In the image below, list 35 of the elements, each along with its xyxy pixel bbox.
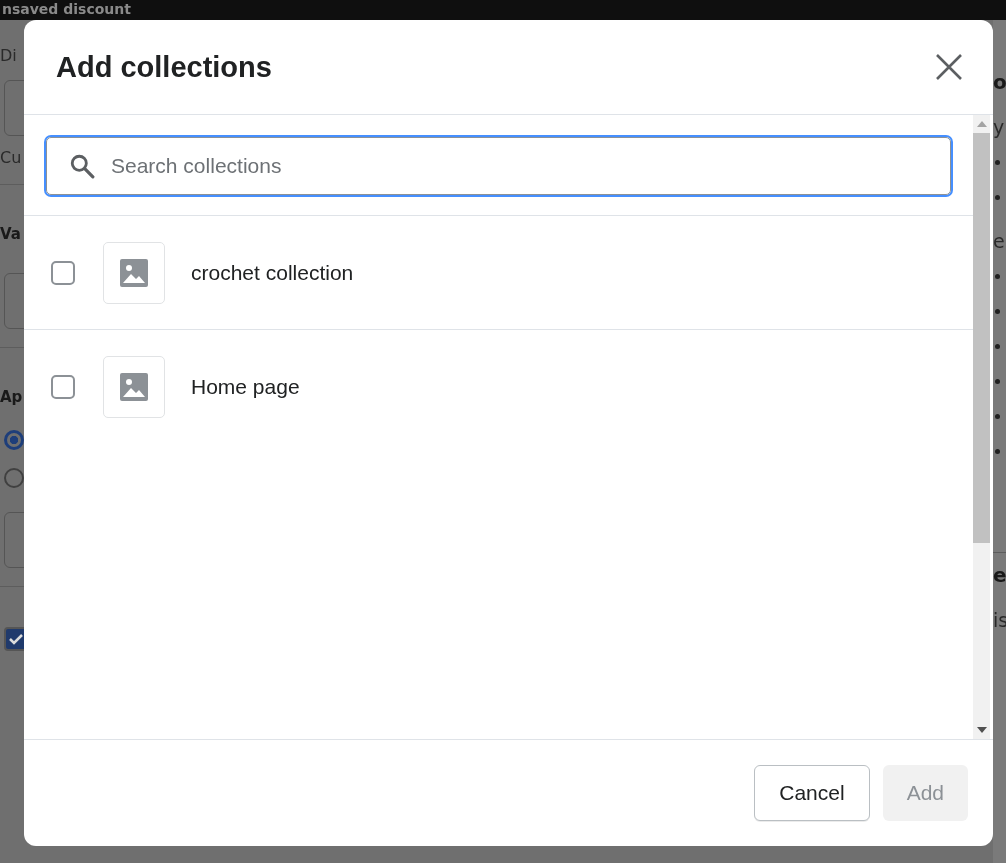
collection-row[interactable]: crochet collection [24,216,973,330]
bullet-icon [995,274,1000,279]
cancel-button[interactable]: Cancel [754,765,870,821]
image-placeholder-icon [103,241,165,304]
bullet-icon [995,309,1000,314]
field-label: e [993,229,1006,254]
dialog-title: Add collections [56,50,272,84]
search-input[interactable]: Search collections [109,153,950,179]
scroll-up-icon[interactable] [976,121,987,127]
field-label: Cu [0,147,23,169]
checkbox[interactable] [51,260,75,285]
field-label: Di [0,45,18,67]
bullet-icon [995,379,1000,384]
bullet-icon [995,160,1000,165]
section-heading: Va [0,225,22,243]
section-heading: Ap [0,388,24,406]
field-label: y [993,115,1006,140]
search-icon [69,153,95,179]
bullet-icon [995,449,1000,454]
checkbox[interactable] [51,374,75,399]
bullet-icon [995,414,1000,419]
bullet-icon [995,195,1000,200]
close-icon [935,53,963,81]
close-button[interactable] [935,53,963,81]
bullet-icon [995,344,1000,349]
collection-name: crochet collection [191,260,354,285]
section-heading: o [993,70,1006,94]
collection-name: Home page [191,374,300,399]
scrollbar[interactable] [973,115,990,739]
collection-row[interactable]: Home page [24,330,973,443]
page-title: nsaved discount [1,0,132,18]
scroll-down-icon[interactable] [976,727,987,733]
image-placeholder-icon [103,355,165,418]
section-heading: e [993,563,1006,587]
search-field[interactable]: Search collections [46,137,951,195]
